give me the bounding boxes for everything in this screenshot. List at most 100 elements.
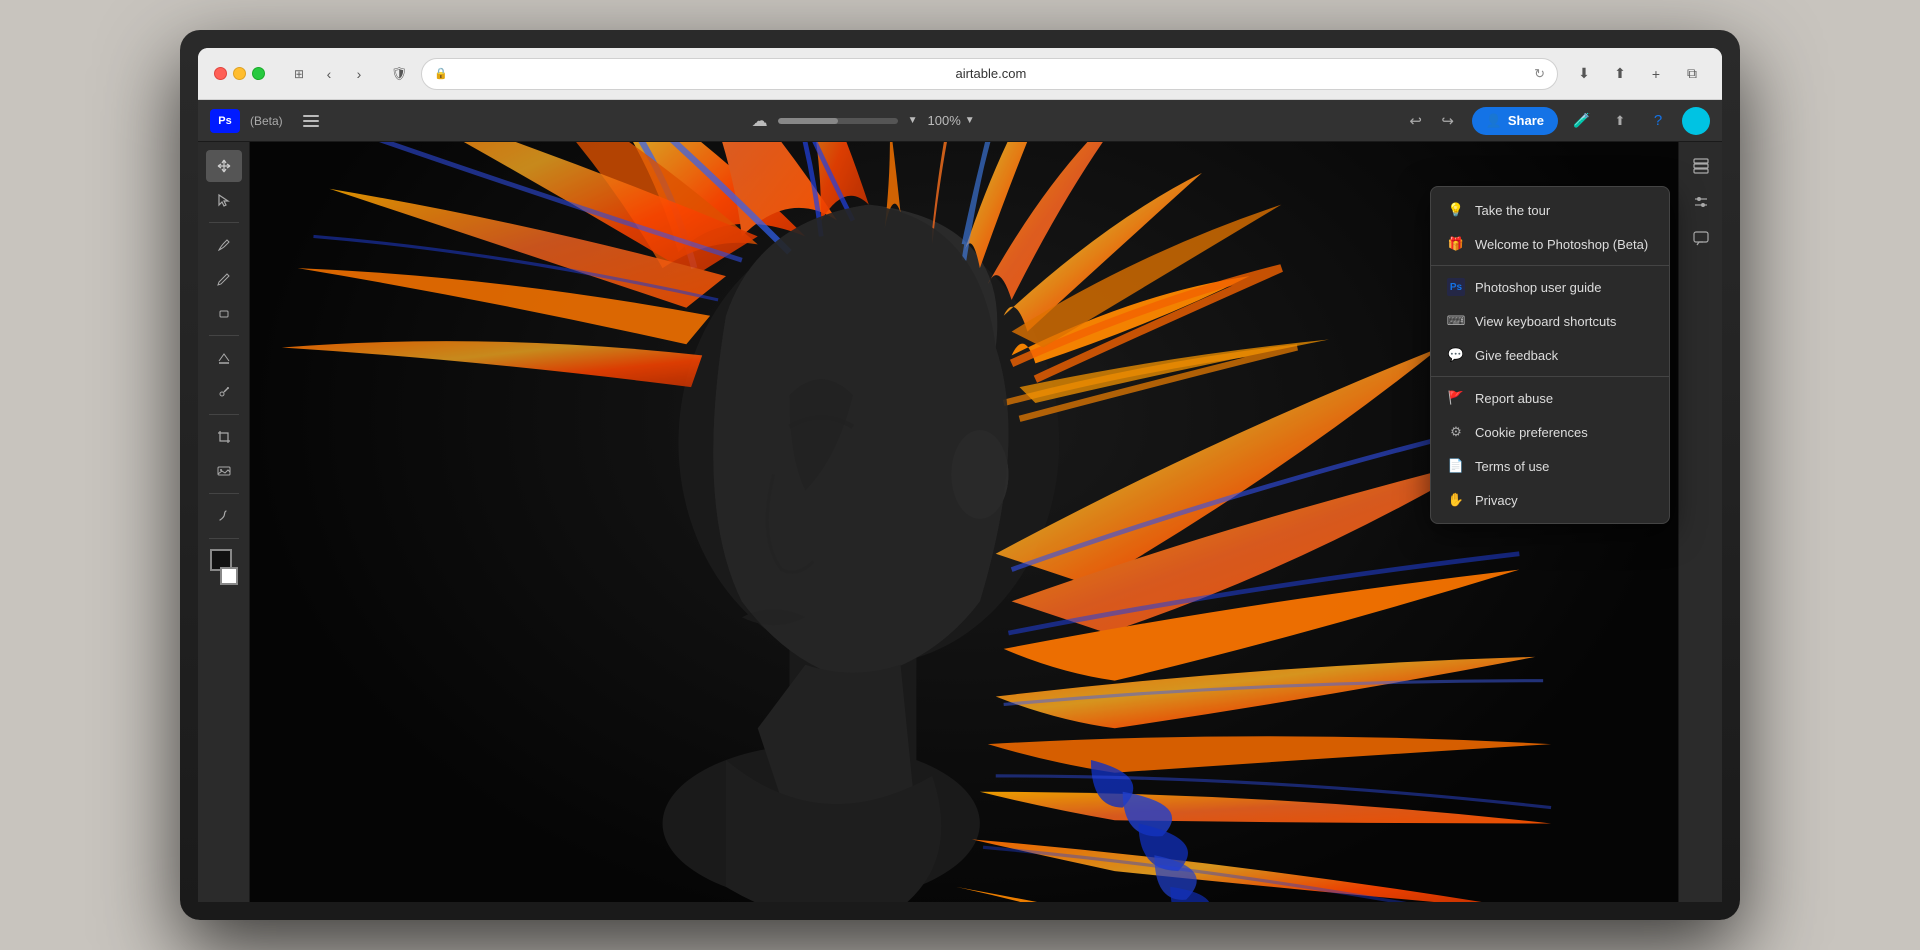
minimize-button[interactable] — [233, 67, 246, 80]
tab-overview-icon[interactable]: ⧉ — [1678, 60, 1706, 88]
progress-dropdown-icon[interactable]: ▼ — [908, 115, 918, 126]
redo-button[interactable]: ↪ — [1434, 107, 1462, 135]
zoom-control[interactable]: 100% ▼ — [928, 113, 975, 128]
progress-fill — [778, 118, 838, 124]
menu-item-welcome[interactable]: 🎁 Welcome to Photoshop (Beta) — [1431, 227, 1669, 261]
welcome-label: Welcome to Photoshop (Beta) — [1475, 237, 1648, 252]
toolbar-separator-5 — [209, 538, 239, 539]
cookie-icon: ⚙ — [1447, 423, 1465, 441]
color-wells[interactable] — [206, 549, 242, 585]
beta-label: (Beta) — [250, 114, 283, 128]
forward-button[interactable]: › — [345, 60, 373, 88]
reload-button[interactable]: ↻ — [1534, 66, 1545, 82]
menu-item-take-tour[interactable]: 💡 Take the tour — [1431, 193, 1669, 227]
dropdown-separator-1 — [1431, 265, 1669, 266]
give-feedback-label: Give feedback — [1475, 348, 1558, 363]
tool-smudge[interactable] — [206, 500, 242, 532]
left-toolbar — [198, 142, 250, 902]
url-text: airtable.com — [454, 66, 1528, 81]
background-color[interactable] — [220, 567, 238, 585]
browser-nav: ⊞ ‹ › — [285, 60, 373, 88]
layers-panel-icon[interactable] — [1683, 150, 1719, 182]
right-panel — [1678, 142, 1722, 902]
maximize-button[interactable] — [252, 67, 265, 80]
menu-item-user-guide[interactable]: Ps Photoshop user guide — [1431, 270, 1669, 304]
undo-redo-group: ↩ ↪ — [1402, 107, 1462, 135]
tool-fill[interactable] — [206, 342, 242, 374]
tool-crop[interactable] — [206, 421, 242, 453]
terms-of-use-label: Terms of use — [1475, 459, 1549, 474]
menu-item-report-abuse[interactable]: 🚩 Report abuse — [1431, 381, 1669, 415]
browser-actions: ⬇ ⬆ + ⧉ — [1570, 60, 1706, 88]
hand-icon: ✋ — [1447, 491, 1465, 509]
undo-button[interactable]: ↩ — [1402, 107, 1430, 135]
tool-brush[interactable] — [206, 229, 242, 261]
ps-logo: Ps — [210, 109, 240, 133]
browser-chrome: ⊞ ‹ › 🛡 🔒 airtable.com ↻ ⬇ ⬆ + ⧉ — [198, 48, 1722, 100]
tool-eyedropper[interactable] — [206, 376, 242, 408]
toolbar-separator-4 — [209, 493, 239, 494]
dropdown-separator-2 — [1431, 376, 1669, 377]
traffic-lights — [214, 67, 265, 80]
tool-select[interactable] — [206, 184, 242, 216]
hamburger-menu[interactable] — [297, 107, 325, 135]
export-icon[interactable]: ⬆ — [1606, 107, 1634, 135]
topbar-center: ☁ ▼ 100% ▼ — [335, 111, 1392, 131]
lock-icon: 🔒 — [434, 67, 448, 80]
ps-body: 💡 Take the tour 🎁 Welcome to Photoshop (… — [198, 142, 1722, 902]
hamburger-line — [303, 125, 319, 127]
labs-icon[interactable]: 🧪 — [1568, 107, 1596, 135]
progress-bar — [778, 118, 898, 124]
photoshop-app: Ps (Beta) ☁ ▼ 100% ▼ — [198, 100, 1722, 902]
menu-item-give-feedback[interactable]: 💬 Give feedback — [1431, 338, 1669, 372]
help-icon[interactable]: ? — [1644, 107, 1672, 135]
toolbar-separator — [209, 222, 239, 223]
share-icon: 👤 — [1486, 113, 1502, 129]
adjustments-panel-icon[interactable] — [1683, 186, 1719, 218]
zoom-level-text: 100% — [928, 113, 961, 128]
tool-pencil[interactable] — [206, 263, 242, 295]
share-icon[interactable]: ⬆ — [1606, 60, 1634, 88]
menu-item-terms-of-use[interactable]: 📄 Terms of use — [1431, 449, 1669, 483]
laptop-frame: ⊞ ‹ › 🛡 🔒 airtable.com ↻ ⬇ ⬆ + ⧉ — [180, 30, 1740, 920]
ps-guide-icon: Ps — [1447, 278, 1465, 296]
tool-image[interactable] — [206, 455, 242, 487]
gift-icon: 🎁 — [1447, 235, 1465, 253]
keyboard-shortcuts-label: View keyboard shortcuts — [1475, 314, 1616, 329]
address-bar[interactable]: 🔒 airtable.com ↻ — [421, 58, 1558, 90]
menu-item-privacy[interactable]: ✋ Privacy — [1431, 483, 1669, 517]
back-button[interactable]: ‹ — [315, 60, 343, 88]
hamburger-line — [303, 120, 319, 122]
share-button-label: Share — [1508, 113, 1544, 128]
keyboard-icon: ⌨ — [1447, 312, 1465, 330]
report-abuse-label: Report abuse — [1475, 391, 1553, 406]
close-button[interactable] — [214, 67, 227, 80]
share-button[interactable]: 👤 Share — [1472, 107, 1558, 135]
tool-move[interactable] — [206, 150, 242, 182]
browser-window: ⊞ ‹ › 🛡 🔒 airtable.com ↻ ⬇ ⬆ + ⧉ — [198, 48, 1722, 902]
toolbar-separator-2 — [209, 335, 239, 336]
tool-eraser[interactable] — [206, 297, 242, 329]
menu-item-keyboard-shortcuts[interactable]: ⌨ View keyboard shortcuts — [1431, 304, 1669, 338]
tab-bar: 🛡 🔒 airtable.com ↻ — [385, 58, 1558, 90]
add-tab-button[interactable]: + — [1642, 60, 1670, 88]
cloud-icon: ☁ — [752, 111, 768, 131]
zoom-dropdown-icon[interactable]: ▼ — [965, 115, 975, 126]
comments-panel-icon[interactable] — [1683, 222, 1719, 254]
privacy-label: Privacy — [1475, 493, 1518, 508]
ps-topbar: Ps (Beta) ☁ ▼ 100% ▼ — [198, 100, 1722, 142]
hamburger-line — [303, 115, 319, 117]
shield-icon: 🛡 — [385, 60, 413, 88]
take-tour-label: Take the tour — [1475, 203, 1550, 218]
flag-icon: 🚩 — [1447, 389, 1465, 407]
toolbar-separator-3 — [209, 414, 239, 415]
menu-item-cookie-preferences[interactable]: ⚙ Cookie preferences — [1431, 415, 1669, 449]
user-avatar[interactable] — [1682, 107, 1710, 135]
cookie-preferences-label: Cookie preferences — [1475, 425, 1588, 440]
tab-grid-icon[interactable]: ⊞ — [285, 60, 313, 88]
user-guide-label: Photoshop user guide — [1475, 280, 1601, 295]
topbar-right: ↩ ↪ 👤 Share 🧪 ⬆ ? — [1402, 107, 1710, 135]
document-icon: 📄 — [1447, 457, 1465, 475]
feedback-icon: 💬 — [1447, 346, 1465, 364]
download-icon[interactable]: ⬇ — [1570, 60, 1598, 88]
